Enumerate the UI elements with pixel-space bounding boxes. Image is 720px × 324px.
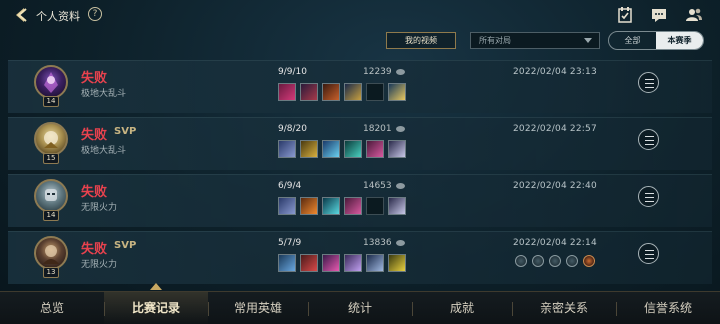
item-slot	[344, 197, 362, 215]
chevron-down-icon	[584, 38, 592, 43]
match-time: 2022/02/04 23:13	[513, 67, 597, 77]
champion-avatar	[34, 122, 68, 156]
gold-amount: 14653	[363, 181, 392, 191]
gold-amount: 13836	[363, 238, 392, 248]
my-videos-button[interactable]: 我的视频	[386, 32, 456, 49]
match-result: 失败	[81, 71, 108, 86]
game-mode: 极地大乱斗	[81, 89, 127, 99]
kda: 6/9/4	[278, 181, 302, 191]
rune-badge-icon	[583, 255, 595, 267]
kda: 9/9/10	[278, 67, 307, 77]
item-slot	[388, 83, 406, 101]
champion-level: 14	[43, 96, 59, 107]
item-slot	[278, 83, 296, 101]
item-slot	[344, 83, 362, 101]
gold-coin-icon	[396, 126, 405, 132]
game-mode: 极地大乱斗	[81, 146, 127, 156]
match-row[interactable]: 14 失败 无限火力 6/9/4 14653 2022/02/04 22:40	[8, 174, 712, 227]
back-arrow-icon[interactable]	[12, 6, 30, 24]
header: 个人资料 ?	[0, 0, 720, 30]
page-title: 个人资料	[36, 10, 80, 23]
rune-badge-icon	[549, 255, 561, 267]
match-time: 2022/02/04 22:57	[513, 124, 597, 134]
game-mode: 无限火力	[81, 203, 118, 213]
item-slot	[300, 140, 318, 158]
champion-avatar	[34, 179, 68, 213]
item-slot	[366, 254, 384, 272]
toggle-this-season[interactable]: 本赛季	[656, 32, 703, 49]
match-result: 失败	[81, 242, 108, 257]
champion-level: 13	[43, 267, 59, 278]
gold-coin-icon	[396, 69, 405, 75]
tab-honor[interactable]: 信誉系统	[616, 292, 720, 324]
item-slot	[300, 254, 318, 272]
gold-coin-icon	[396, 240, 405, 246]
tab-relations[interactable]: 亲密关系	[512, 292, 616, 324]
match-row[interactable]: 14 失败 极地大乱斗 9/9/10 12239 2022/02/04 23:1…	[8, 60, 712, 113]
champion-avatar	[34, 236, 68, 270]
item-slot	[322, 254, 340, 272]
help-icon[interactable]: ?	[88, 7, 102, 21]
kda: 9/8/20	[278, 124, 307, 134]
tab-heroes[interactable]: 常用英雄	[208, 292, 308, 324]
rune-badge-icon	[532, 255, 544, 267]
item-slot	[388, 197, 406, 215]
item-slot	[344, 140, 362, 158]
list-detail-icon[interactable]	[638, 129, 659, 150]
match-result: 失败	[81, 128, 108, 143]
active-tab-indicator	[150, 283, 162, 290]
toggle-all[interactable]: 全部	[609, 32, 656, 49]
item-slot	[278, 197, 296, 215]
match-time: 2022/02/04 22:14	[513, 238, 597, 248]
svp-badge: SVP	[114, 126, 137, 137]
item-slot	[278, 140, 296, 158]
item-slot	[344, 254, 362, 272]
rune-badge-icon	[515, 255, 527, 267]
item-slot	[388, 254, 406, 272]
item-slot	[322, 83, 340, 101]
friends-icon[interactable]	[685, 6, 703, 24]
champion-avatar	[34, 65, 68, 99]
season-toggle: 全部 本赛季	[608, 31, 704, 50]
gold-amount: 12239	[363, 67, 392, 77]
tab-achievements[interactable]: 成就	[412, 292, 512, 324]
match-type-select[interactable]: 所有对局	[470, 32, 600, 49]
item-slot	[322, 197, 340, 215]
calendar-check-icon[interactable]	[616, 6, 634, 24]
match-row[interactable]: 15 失败 SVP 极地大乱斗 9/8/20 18201 2022/02/04 …	[8, 117, 712, 170]
svp-badge: SVP	[114, 240, 137, 251]
gold-coin-icon	[396, 183, 405, 189]
match-type-value: 所有对局	[479, 36, 511, 45]
item-slot-empty	[366, 197, 384, 215]
item-slot	[388, 140, 406, 158]
chat-icon[interactable]	[650, 6, 668, 24]
item-slot	[322, 140, 340, 158]
list-detail-icon[interactable]	[638, 72, 659, 93]
tab-stats[interactable]: 统计	[308, 292, 412, 324]
gold-amount: 18201	[363, 124, 392, 134]
tab-overview[interactable]: 总览	[0, 292, 104, 324]
bottom-nav: 总览 比赛记录 常用英雄 统计 成就 亲密关系 信誉系统	[0, 291, 720, 324]
list-detail-icon[interactable]	[638, 186, 659, 207]
match-time: 2022/02/04 22:40	[513, 181, 597, 191]
item-slot	[366, 140, 384, 158]
champion-level: 15	[43, 153, 59, 164]
match-result: 失败	[81, 185, 108, 200]
game-mode: 无限火力	[81, 260, 118, 270]
item-slot	[278, 254, 296, 272]
item-slot	[300, 197, 318, 215]
list-detail-icon[interactable]	[638, 243, 659, 264]
tab-match-history[interactable]: 比赛记录	[104, 292, 208, 324]
item-slot	[300, 83, 318, 101]
kda: 5/7/9	[278, 238, 302, 248]
champion-level: 14	[43, 210, 59, 221]
match-row[interactable]: 13 失败 SVP 无限火力 5/7/9 13836 2022/02/04 22…	[8, 231, 712, 284]
item-slot-empty	[366, 83, 384, 101]
rune-badge-icon	[566, 255, 578, 267]
